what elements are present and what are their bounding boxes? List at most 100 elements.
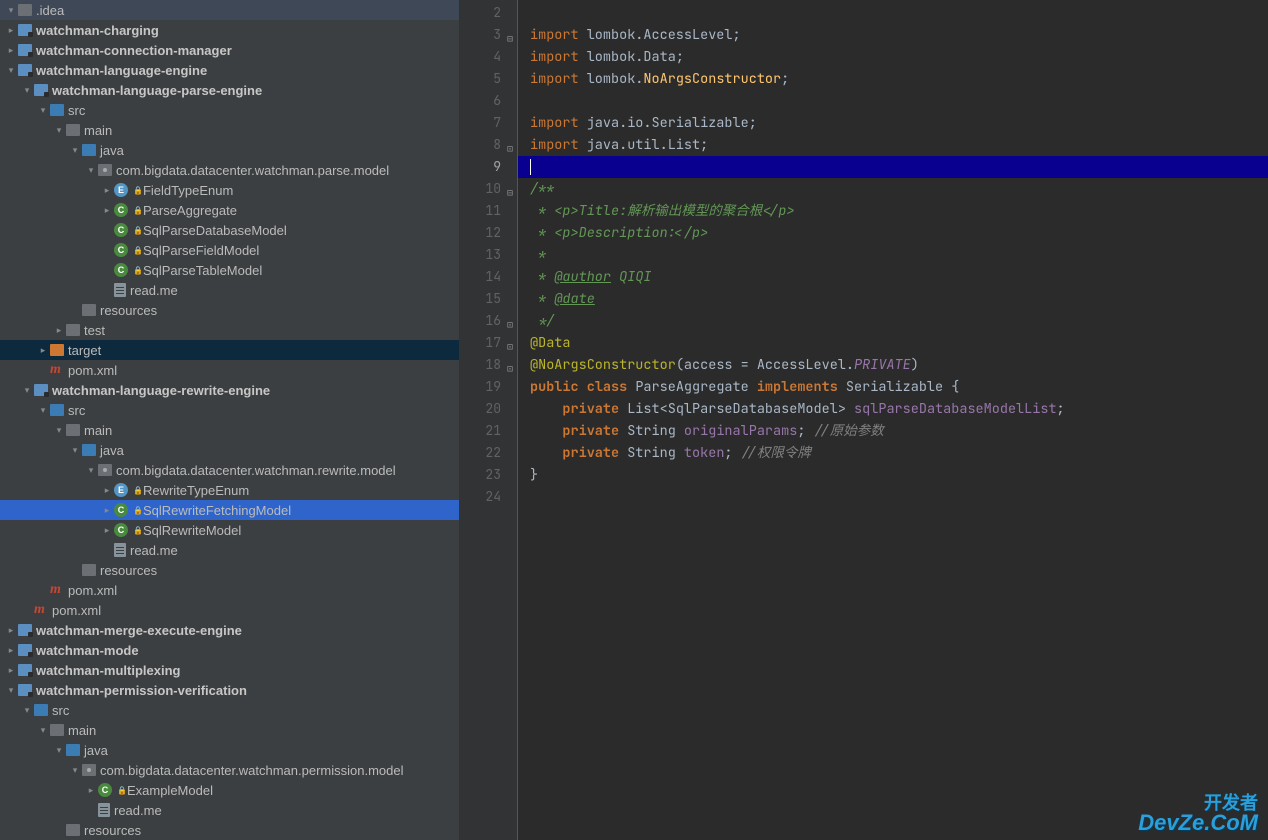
tree-item[interactable]: ▾ watchman-permission-verification	[0, 680, 459, 700]
tree-item[interactable]: ▾ watchman-language-engine	[0, 60, 459, 80]
expand-arrow-icon[interactable]: ▾	[4, 5, 18, 16]
code-line[interactable]: /**	[530, 178, 1268, 200]
expand-arrow-icon[interactable]: ▾	[4, 65, 18, 76]
line-number[interactable]: 22	[460, 442, 501, 464]
line-number[interactable]: 2	[460, 2, 501, 24]
code-line[interactable]	[530, 90, 1268, 112]
code-line[interactable]: * <p>Title:解析输出模型的聚合根</p>	[530, 200, 1268, 222]
expand-arrow-icon[interactable]: ▸	[100, 525, 114, 536]
line-number[interactable]: 23	[460, 464, 501, 486]
tree-item[interactable]: ▸ watchman-charging	[0, 20, 459, 40]
code-line[interactable]	[530, 2, 1268, 24]
expand-arrow-icon[interactable]: ▾	[36, 725, 50, 736]
code-line[interactable]	[530, 486, 1268, 508]
expand-arrow-icon[interactable]: ▸	[100, 205, 114, 216]
fold-icon[interactable]: ⊡	[507, 336, 513, 358]
line-number[interactable]: 11	[460, 200, 501, 222]
line-number[interactable]: 15	[460, 288, 501, 310]
line-number[interactable]: 18⊡	[460, 354, 501, 376]
tree-item[interactable]: ▾ java	[0, 440, 459, 460]
tree-item[interactable]: resources	[0, 560, 459, 580]
line-number[interactable]: 14	[460, 266, 501, 288]
expand-arrow-icon[interactable]: ▸	[4, 645, 18, 656]
tree-item[interactable]: ▸E🔒 FieldTypeEnum	[0, 180, 459, 200]
expand-arrow-icon[interactable]: ▸	[4, 45, 18, 56]
tree-item[interactable]: m pom.xml	[0, 360, 459, 380]
line-number[interactable]: 6	[460, 90, 501, 112]
line-number[interactable]: 19	[460, 376, 501, 398]
code-line[interactable]: * <p>Description:</p>	[530, 222, 1268, 244]
tree-item[interactable]: ▸ watchman-mode	[0, 640, 459, 660]
fold-icon[interactable]: ⊟	[507, 182, 513, 204]
expand-arrow-icon[interactable]: ▾	[68, 445, 82, 456]
project-tree[interactable]: ▾ .idea▸ watchman-charging▸ watchman-con…	[0, 0, 460, 840]
fold-icon[interactable]: ⊡	[507, 138, 513, 160]
code-line[interactable]: * @author QIQI	[530, 266, 1268, 288]
tree-item[interactable]: ▸ watchman-connection-manager	[0, 40, 459, 60]
code-line[interactable]: */	[530, 310, 1268, 332]
tree-item[interactable]: ▾ src	[0, 700, 459, 720]
tree-item[interactable]: ▸E🔒 RewriteTypeEnum	[0, 480, 459, 500]
code-line[interactable]: import java.util.List;	[530, 134, 1268, 156]
tree-item[interactable]: ▾ src	[0, 400, 459, 420]
tree-item[interactable]: m pom.xml	[0, 600, 459, 620]
tree-item[interactable]: ▸ watchman-merge-execute-engine	[0, 620, 459, 640]
tree-item[interactable]: ▸ watchman-multiplexing	[0, 660, 459, 680]
tree-item[interactable]: read.me	[0, 540, 459, 560]
expand-arrow-icon[interactable]: ▸	[4, 25, 18, 36]
tree-item[interactable]: ▾ com.bigdata.datacenter.watchman.parse.…	[0, 160, 459, 180]
tree-item[interactable]: ▸ target	[0, 340, 459, 360]
expand-arrow-icon[interactable]: ▾	[20, 705, 34, 716]
tree-item[interactable]: ▾ main	[0, 420, 459, 440]
line-number[interactable]: 24	[460, 486, 501, 508]
code-line[interactable]	[518, 156, 1268, 178]
expand-arrow-icon[interactable]: ▾	[52, 125, 66, 136]
line-number[interactable]: 10⊟	[460, 178, 501, 200]
tree-item[interactable]: ▾ src	[0, 100, 459, 120]
tree-item[interactable]: C🔒 SqlParseTableModel	[0, 260, 459, 280]
tree-item[interactable]: ▾ java	[0, 740, 459, 760]
tree-item[interactable]: resources	[0, 300, 459, 320]
expand-arrow-icon[interactable]: ▸	[4, 625, 18, 636]
expand-arrow-icon[interactable]: ▾	[84, 465, 98, 476]
expand-arrow-icon[interactable]: ▸	[100, 185, 114, 196]
tree-item[interactable]: ▸C🔒 ParseAggregate	[0, 200, 459, 220]
expand-arrow-icon[interactable]: ▾	[84, 165, 98, 176]
line-number[interactable]: 21	[460, 420, 501, 442]
code-line[interactable]: import java.io.Serializable;	[530, 112, 1268, 134]
tree-item[interactable]: ▾ watchman-language-rewrite-engine	[0, 380, 459, 400]
tree-item[interactable]: ▾ main	[0, 120, 459, 140]
line-number[interactable]: 20	[460, 398, 501, 420]
code-line[interactable]: import lombok.Data;	[530, 46, 1268, 68]
expand-arrow-icon[interactable]: ▸	[4, 665, 18, 676]
line-number[interactable]: 16⊡	[460, 310, 501, 332]
fold-icon[interactable]: ⊟	[507, 28, 513, 50]
tree-item[interactable]: ▸C🔒 ExampleModel	[0, 780, 459, 800]
expand-arrow-icon[interactable]: ▾	[52, 745, 66, 756]
expand-arrow-icon[interactable]: ▾	[20, 85, 34, 96]
expand-arrow-icon[interactable]: ▾	[68, 765, 82, 776]
tree-item[interactable]: C🔒 SqlParseDatabaseModel	[0, 220, 459, 240]
code-line[interactable]: public class ParseAggregate implements S…	[530, 376, 1268, 398]
expand-arrow-icon[interactable]: ▸	[100, 485, 114, 496]
code-line[interactable]: * @date	[530, 288, 1268, 310]
code-line[interactable]: private String token; //权限令牌	[530, 442, 1268, 464]
line-number[interactable]: 5	[460, 68, 501, 90]
code-line[interactable]: @Data	[530, 332, 1268, 354]
expand-arrow-icon[interactable]: ▸	[36, 345, 50, 356]
code-line[interactable]: import lombok.NoArgsConstructor;	[530, 68, 1268, 90]
code-line[interactable]: private List<SqlParseDatabaseModel> sqlP…	[530, 398, 1268, 420]
line-number[interactable]: 9	[460, 156, 501, 178]
tree-item[interactable]: resources	[0, 820, 459, 840]
line-number[interactable]: 17⊡	[460, 332, 501, 354]
line-number[interactable]: 12	[460, 222, 501, 244]
line-number[interactable]: 7	[460, 112, 501, 134]
line-number[interactable]: 3⊟	[460, 24, 501, 46]
expand-arrow-icon[interactable]: ▸	[52, 325, 66, 336]
tree-item[interactable]: ▸C🔒 SqlRewriteModel	[0, 520, 459, 540]
tree-item[interactable]: ▸C🔒 SqlRewriteFetchingModel	[0, 500, 459, 520]
tree-item[interactable]: ▾ java	[0, 140, 459, 160]
code-line[interactable]: private String originalParams; //原始参数	[530, 420, 1268, 442]
line-number[interactable]: 4	[460, 46, 501, 68]
code-line[interactable]: }	[530, 464, 1268, 486]
